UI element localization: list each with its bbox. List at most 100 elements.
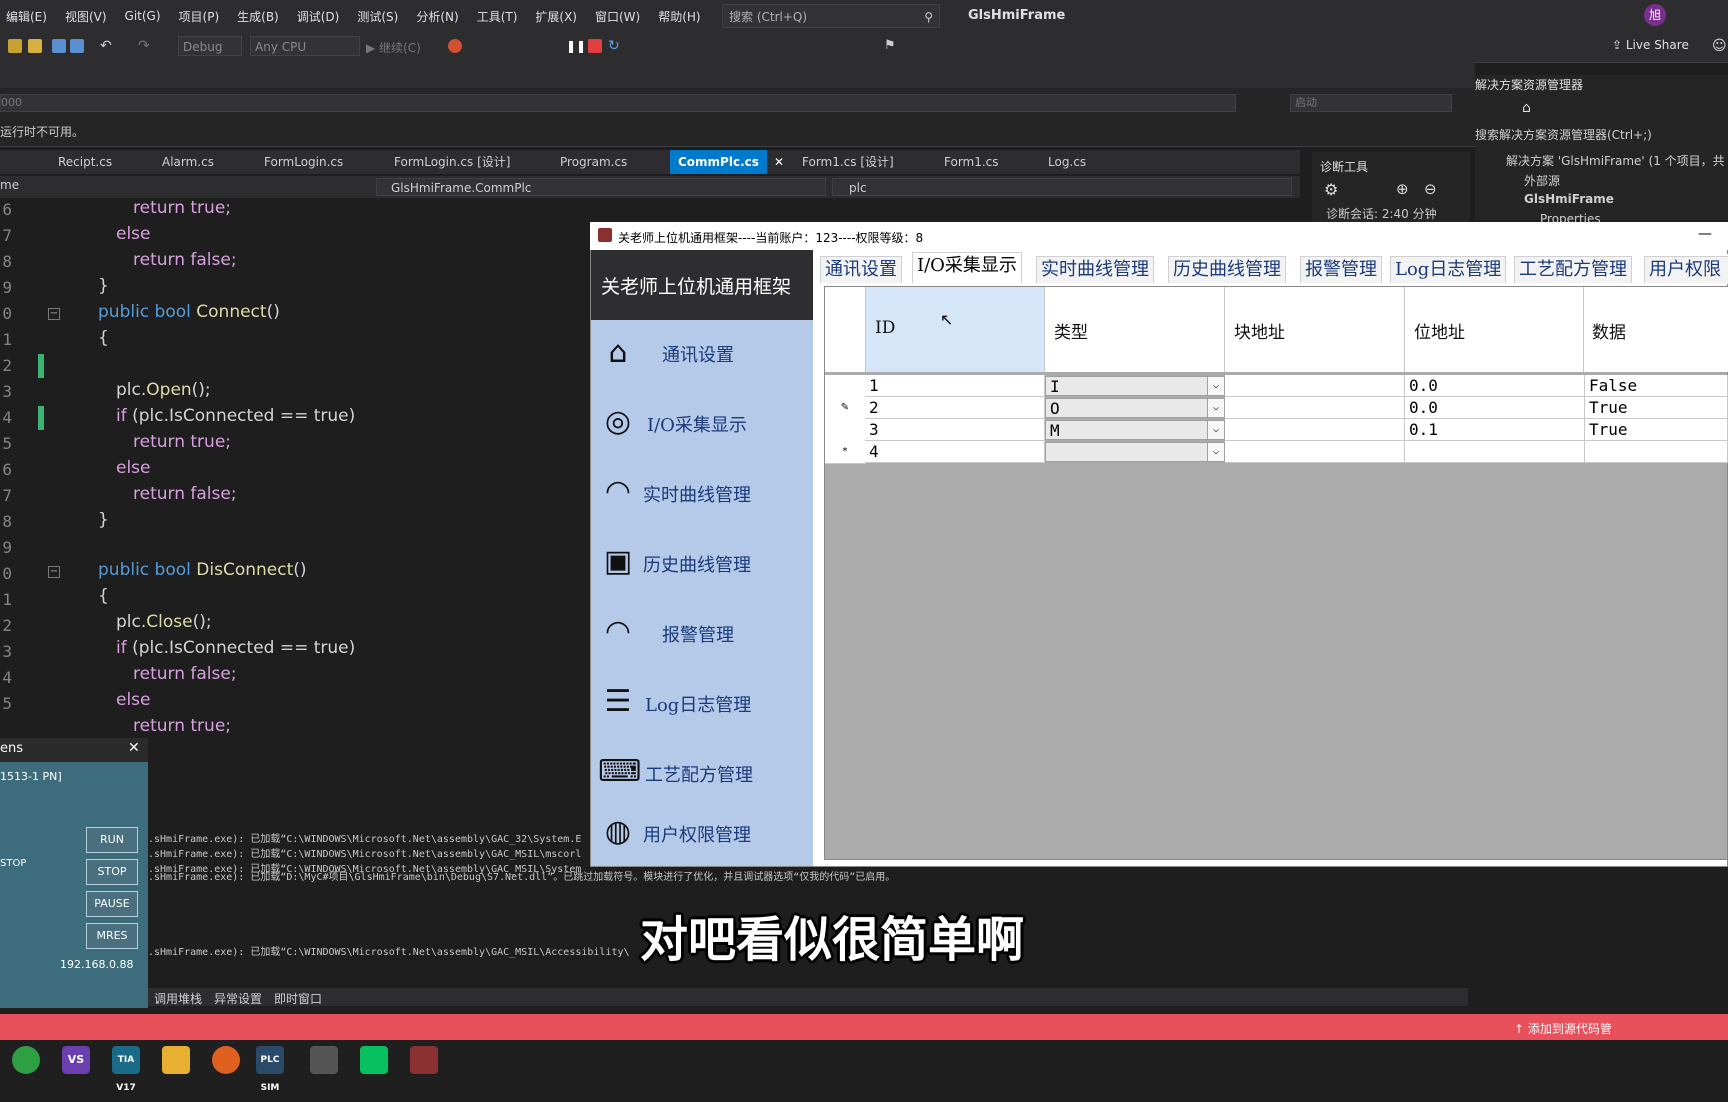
- cell-block[interactable]: [1225, 397, 1405, 419]
- cell-type-select[interactable]: ⌵: [1045, 442, 1225, 462]
- minimize-icon[interactable]: —: [1698, 226, 1712, 242]
- pause-button[interactable]: PAUSE: [86, 891, 138, 917]
- column-header-id[interactable]: ID: [875, 318, 895, 338]
- tab-history-curve[interactable]: 历史曲线管理: [1168, 256, 1286, 283]
- wechat-icon[interactable]: [360, 1046, 388, 1074]
- tab-realtime-curve[interactable]: 实时曲线管理: [1036, 256, 1154, 283]
- zoom-in-icon[interactable]: ⊕: [1396, 180, 1409, 198]
- menu-help[interactable]: 帮助(H): [658, 8, 700, 25]
- tia-portal-icon[interactable]: TIA V17: [112, 1046, 140, 1093]
- search-app-icon[interactable]: [212, 1046, 240, 1074]
- tab-recipe[interactable]: 工艺配方管理: [1514, 256, 1632, 283]
- stop-button[interactable]: STOP: [86, 859, 138, 885]
- cell-block[interactable]: [1225, 419, 1405, 441]
- cell-type-select[interactable]: I ⌵: [1045, 376, 1225, 396]
- terminal-icon[interactable]: [310, 1046, 338, 1074]
- sidebar-item-log[interactable]: Log日志管理: [645, 691, 751, 717]
- hot-reload-icon[interactable]: [448, 39, 462, 53]
- row-header[interactable]: [825, 419, 866, 442]
- sidebar-item-realtime-curve[interactable]: 实时曲线管理: [643, 481, 751, 507]
- properties-node[interactable]: Properties: [1540, 212, 1601, 222]
- cell-id[interactable]: 3: [865, 419, 1045, 441]
- process-select[interactable]: 000: [0, 94, 1236, 112]
- live-share-button[interactable]: ⇪ Live Share: [1612, 38, 1689, 52]
- io-data-grid[interactable]: [824, 286, 1728, 860]
- column-header-block[interactable]: 块地址: [1234, 318, 1285, 343]
- menu-git[interactable]: Git(G): [125, 9, 161, 23]
- tab-call-stack[interactable]: 调用堆栈: [154, 990, 202, 1007]
- new-project-icon[interactable]: [8, 39, 22, 53]
- cell-id[interactable]: 1: [865, 375, 1045, 397]
- add-to-source-control[interactable]: ↑ 添加到源代码管: [1514, 1020, 1612, 1037]
- tab-close-icon[interactable]: ✕: [774, 150, 784, 174]
- column-header-type[interactable]: 类型: [1054, 318, 1088, 343]
- chevron-down-icon[interactable]: ⌵: [1207, 421, 1224, 439]
- config-select[interactable]: Debug: [178, 36, 242, 56]
- cell-id[interactable]: 2: [865, 397, 1045, 419]
- cell-data[interactable]: [1585, 441, 1728, 463]
- settings-icon[interactable]: ⚙: [1324, 180, 1338, 199]
- menu-tools[interactable]: 工具(T): [477, 8, 518, 25]
- menu-view[interactable]: 视图(V): [65, 8, 107, 25]
- visual-studio-icon[interactable]: VS: [62, 1046, 90, 1074]
- search-input[interactable]: 搜索 (Ctrl+Q) ⚲: [722, 4, 940, 28]
- row-header[interactable]: *: [825, 441, 866, 464]
- menu-test[interactable]: 测试(S): [357, 8, 398, 25]
- tab-immediate-window[interactable]: 即时窗口: [274, 990, 322, 1007]
- chevron-down-icon[interactable]: ⌵: [1207, 377, 1224, 395]
- cell-bit[interactable]: 0.0: [1405, 375, 1585, 397]
- sidebar-item-user-permission[interactable]: 用户权限管理: [643, 821, 751, 847]
- cell-data[interactable]: False: [1585, 375, 1728, 397]
- menu-extensions[interactable]: 扩展(X): [535, 8, 577, 25]
- stop-icon[interactable]: [588, 39, 602, 53]
- bookmark-icon[interactable]: ⚑: [884, 39, 898, 53]
- sidebar-item-history-curve[interactable]: 历史曲线管理: [643, 551, 751, 577]
- cell-type-select[interactable]: M ⌵: [1045, 420, 1225, 440]
- avatar[interactable]: 旭: [1644, 4, 1666, 26]
- cell-bit[interactable]: 0.0: [1405, 397, 1585, 419]
- startup-select[interactable]: 启动: [1290, 94, 1452, 112]
- hmi-app-icon[interactable]: [410, 1046, 438, 1074]
- tab-comm-settings[interactable]: 通讯设置: [820, 256, 902, 283]
- sidebar-item-recipe[interactable]: 工艺配方管理: [645, 761, 753, 787]
- tab-alarm[interactable]: 报警管理: [1300, 256, 1382, 283]
- sidebar-item-io-display[interactable]: I/O采集显示: [647, 411, 747, 437]
- cell-block[interactable]: [1225, 441, 1405, 463]
- collapse-toggle-icon[interactable]: −: [48, 566, 60, 578]
- solution-search-input[interactable]: 搜索解决方案资源管理器(Ctrl+;): [1475, 126, 1652, 143]
- open-file-icon[interactable]: [28, 39, 42, 53]
- menu-project[interactable]: 项目(P): [179, 8, 220, 25]
- tab-formlogin-design[interactable]: FormLogin.cs [设计]: [394, 150, 510, 174]
- menu-build[interactable]: 生成(B): [237, 8, 279, 25]
- tab-recipt[interactable]: Recipt.cs: [58, 150, 112, 174]
- nav-project-select[interactable]: me: [0, 178, 19, 192]
- undo-icon[interactable]: ↶: [100, 39, 114, 53]
- menu-analyze[interactable]: 分析(N): [416, 8, 458, 25]
- tab-log[interactable]: Log日志管理: [1390, 256, 1507, 283]
- sidebar-item-comm-settings[interactable]: 通讯设置: [662, 341, 734, 367]
- save-all-icon[interactable]: [70, 39, 84, 53]
- save-icon[interactable]: [52, 39, 66, 53]
- run-button[interactable]: RUN: [86, 827, 138, 853]
- tab-log[interactable]: Log.cs: [1048, 150, 1086, 174]
- nav-member-select[interactable]: plc: [832, 178, 1292, 196]
- tab-alarm[interactable]: Alarm.cs: [162, 150, 214, 174]
- cell-data[interactable]: True: [1585, 397, 1728, 419]
- zoom-out-icon[interactable]: ⊖: [1424, 180, 1437, 198]
- tab-commplc[interactable]: CommPlc.cs: [670, 150, 767, 174]
- sidebar-item-alarm[interactable]: 报警管理: [662, 621, 734, 647]
- folder-icon[interactable]: [162, 1046, 190, 1074]
- row-header[interactable]: [825, 375, 866, 398]
- cell-type-select[interactable]: O ⌵: [1045, 398, 1225, 418]
- external-sources[interactable]: 外部源: [1524, 172, 1560, 189]
- menu-window[interactable]: 窗口(W): [595, 8, 640, 25]
- tab-io-display[interactable]: I/O采集显示: [912, 252, 1022, 283]
- plcsim-icon[interactable]: PLC SIM: [256, 1046, 284, 1093]
- nav-class-select[interactable]: GlsHmiFrame.CommPlc: [376, 178, 826, 196]
- chevron-down-icon[interactable]: ⌵: [1207, 443, 1224, 461]
- tab-user-permission[interactable]: 用户权限: [1644, 256, 1728, 283]
- menu-debug[interactable]: 调试(D): [297, 8, 340, 25]
- restart-icon[interactable]: ↻: [608, 39, 622, 53]
- row-header[interactable]: ✎: [825, 397, 866, 420]
- home-icon[interactable]: ⌂: [1522, 100, 1531, 116]
